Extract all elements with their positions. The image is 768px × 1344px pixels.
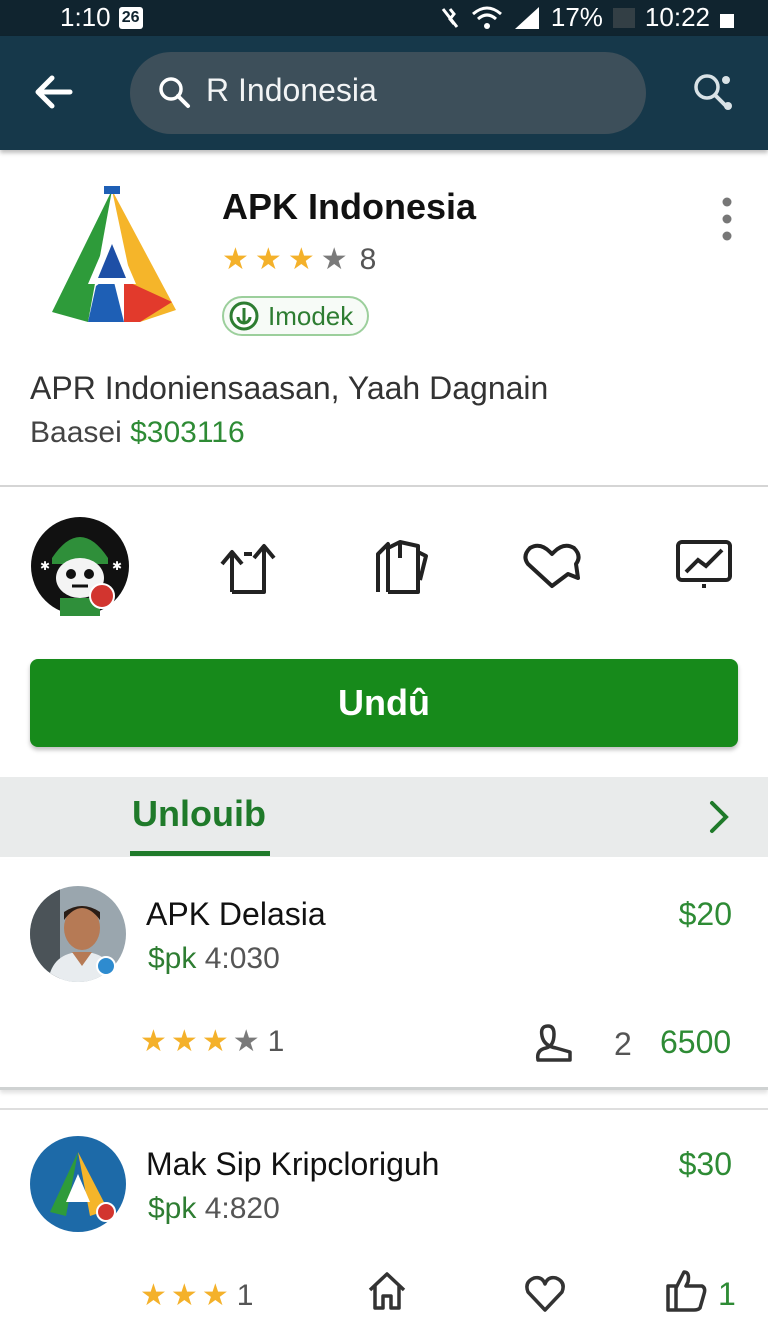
avatar <box>30 1136 126 1232</box>
star-icon: ★ <box>170 1025 198 1058</box>
search-icon <box>159 77 190 108</box>
item-price: $20 <box>678 896 732 932</box>
app-bar: R Indonesia <box>0 36 768 150</box>
item-meta-value: 6500 <box>660 1024 732 1060</box>
item-price: $30 <box>678 1146 732 1182</box>
rating-count: 8 <box>359 243 377 276</box>
section-tabs: Unlouib <box>0 777 768 857</box>
files-icon[interactable] <box>370 534 434 598</box>
status-clock: 10:22 <box>644 2 710 32</box>
list-item[interactable]: Mak Sip Kripcloriguh $pk 4:820 $30 ★ ★ ★… <box>0 1108 768 1344</box>
item-sub-prefix: $pk <box>148 1192 197 1225</box>
item-sub-prefix: $pk <box>148 942 197 975</box>
developer-avatar[interactable]: ✱ ✱ <box>30 516 130 616</box>
app-rating: ★ ★ ★ ★ 8 <box>222 242 376 278</box>
search-query: R Indonesia <box>206 72 377 108</box>
app-description: APR Indoniensaasan, Yaah Dagnain <box>30 370 549 406</box>
item-star-count: 1 <box>236 1279 254 1312</box>
item-subtitle: $pk 4:820 <box>148 1192 280 1226</box>
badge-icon <box>229 301 259 331</box>
arrow-left-icon[interactable] <box>30 66 82 118</box>
app-price-line: Baasei $303116 <box>30 416 245 450</box>
more-vert-icon[interactable] <box>716 194 738 244</box>
vibrate-icon <box>441 7 459 28</box>
item-meta-count: 2 <box>614 1026 632 1062</box>
app-title: APK Indonesia <box>222 186 477 227</box>
star-icon: ★ <box>254 243 282 276</box>
status-left: 1:10 26 <box>60 2 143 33</box>
status-bar: 1:10 26 17% 10:22 <box>0 0 768 36</box>
app-price: $303116 <box>130 416 245 449</box>
star-icon: ★ <box>201 1025 229 1058</box>
heart-outline-icon[interactable] <box>520 534 584 598</box>
status-right: 17% 10:22 <box>439 2 734 33</box>
wifi-icon <box>471 6 502 29</box>
tab-active[interactable]: Unlouib <box>132 793 266 835</box>
thumb-up-icon[interactable] <box>662 1266 710 1314</box>
item-subtitle: $pk 4:030 <box>148 942 280 976</box>
svg-text:✱: ✱ <box>112 559 122 573</box>
item-title: Mak Sip Kripcloriguh <box>146 1146 440 1182</box>
item-sub-value: 4:030 <box>204 942 280 975</box>
star-icon: ★ <box>232 1025 260 1058</box>
divider <box>0 485 768 487</box>
share-icon[interactable] <box>216 534 280 598</box>
signal-icon <box>514 6 539 29</box>
home-icon[interactable] <box>364 1268 410 1314</box>
heart-outline-icon[interactable] <box>522 1270 568 1316</box>
star-icon: ★ <box>287 243 315 276</box>
voice-search-icon[interactable] <box>690 70 736 116</box>
battery-icon <box>612 7 635 28</box>
list-item[interactable]: APK Delasia $pk 4:030 $20 ★ ★ ★ ★ 1 2 65… <box>0 860 768 1090</box>
item-rating: ★ ★ ★ 1 <box>140 1278 253 1314</box>
status-time: 1:10 <box>60 2 111 32</box>
user-icon[interactable] <box>530 1020 576 1066</box>
item-like-count: 1 <box>718 1276 736 1312</box>
tab-indicator <box>130 851 270 856</box>
app-logo <box>52 186 176 322</box>
chevron-right-icon[interactable] <box>700 797 740 837</box>
star-icon: ★ <box>222 243 249 276</box>
avatar <box>30 886 126 982</box>
star-icon: ★ <box>320 243 348 276</box>
price-prefix: Baasei <box>30 416 122 449</box>
battery-indicator-icon <box>720 13 734 28</box>
item-sub-value: 4:820 <box>204 1192 280 1225</box>
notification-icon: 26 <box>118 6 143 29</box>
badge-label: Imodek <box>268 300 354 331</box>
star-icon: ★ <box>201 1279 229 1312</box>
item-title: APK Delasia <box>146 896 326 932</box>
battery-percent: 17% <box>550 2 603 32</box>
chart-icon[interactable] <box>672 534 736 598</box>
item-rating: ★ ★ ★ ★ 1 <box>140 1024 284 1060</box>
item-star-count: 1 <box>267 1025 285 1058</box>
star-icon: ★ <box>140 1025 167 1058</box>
install-button[interactable]: Undû <box>30 659 738 747</box>
search-input[interactable]: R Indonesia <box>130 52 646 134</box>
star-icon: ★ <box>170 1279 198 1312</box>
svg-text:✱: ✱ <box>40 559 50 573</box>
developer-badge[interactable]: Imodek <box>222 296 370 336</box>
star-icon: ★ <box>140 1279 167 1312</box>
